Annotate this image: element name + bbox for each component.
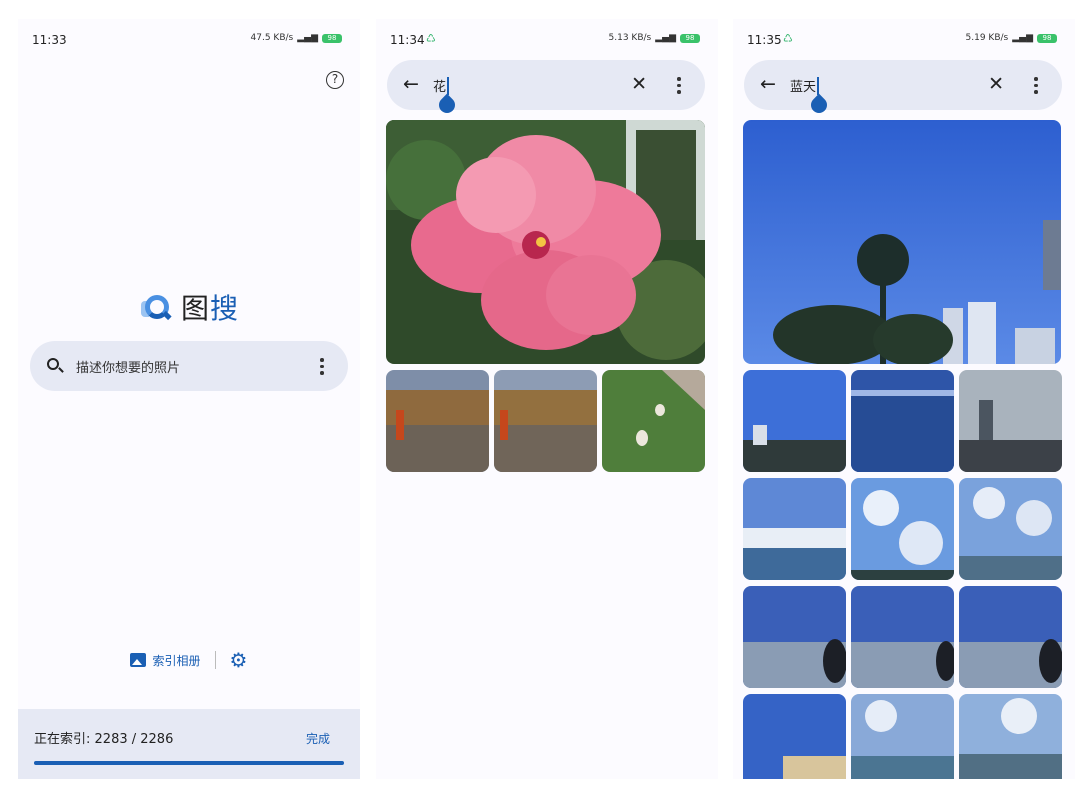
battery-icon: 98 [1037,33,1057,43]
help-icon[interactable]: ? [326,71,344,89]
result-photo[interactable] [602,370,705,472]
search-input[interactable]: 蓝天 [790,76,819,95]
net-speed: 5.19 KB/s [965,33,1009,43]
system-indicators: 47.5 KB/s ▂▄▆ 98 [251,33,342,43]
text-cursor-handle[interactable] [435,93,459,117]
search-bar[interactable]: ← 蓝天 ✕ [744,60,1062,117]
text-cursor-handle[interactable] [807,93,831,117]
clock: 11:34 [390,33,425,47]
sync-icon: ♺ [426,32,436,45]
system-indicators: 5.19 KB/s ▂▄▆ 98 [966,33,1057,43]
status-bar: 11:33 47.5 KB/s ▂▄▆ 98 [18,19,360,59]
progress-fill [34,761,344,765]
close-icon[interactable]: ✕ [631,73,647,95]
net-speed: 47.5 KB/s [250,33,294,43]
arrow-left-icon[interactable]: ← [760,74,776,94]
clock: 11:35 [747,33,782,47]
index-album-button[interactable]: 索引相册 [130,652,201,669]
index-progress-bar [34,761,344,765]
gear-icon[interactable]: ⚙ [230,650,248,670]
signal-icon: ▂▄▆ [655,33,676,43]
search-bar[interactable]: 描述你想要的照片 [30,341,348,391]
result-photo[interactable] [959,694,1062,779]
result-photo[interactable] [386,120,705,364]
more-vert-icon[interactable] [677,77,681,95]
logo-icon [139,291,173,323]
done-button[interactable]: 完成 [306,730,330,747]
status-bar: 11:35 ♺ 5.19 KB/s ▂▄▆ 98 [733,19,1075,59]
result-photo[interactable] [494,370,597,472]
result-photo[interactable] [743,120,1061,364]
result-photo[interactable] [386,370,489,472]
system-indicators: 5.13 KB/s ▂▄▆ 98 [609,33,700,43]
image-icon [130,653,147,667]
result-photo[interactable] [743,586,846,688]
result-photo[interactable] [959,586,1062,688]
result-photo[interactable] [743,478,846,580]
indexing-panel: 正在索引: 2283 / 2286 完成 [18,709,360,779]
result-photo[interactable] [959,370,1062,472]
result-photo[interactable] [851,694,954,779]
more-vert-icon[interactable] [1034,77,1038,95]
result-photo[interactable] [851,478,954,580]
signal-icon: ▂▄▆ [1012,33,1033,43]
divider [214,651,216,669]
result-photo[interactable] [743,694,846,779]
index-album-label: 索引相册 [152,653,201,668]
search-input[interactable]: 花 [433,76,449,95]
clock: 11:33 [32,33,67,47]
battery-icon: 98 [680,33,700,43]
result-photo[interactable] [743,370,846,472]
search-icon [47,358,59,370]
results-blue-sky: 11:35 ♺ 5.19 KB/s ▂▄▆ 98 ← 蓝天 ✕ [733,19,1075,779]
app-logo: 图搜 [18,287,360,327]
result-photo[interactable] [959,478,1062,580]
search-bar[interactable]: ← 花 ✕ [387,60,705,117]
search-placeholder[interactable]: 描述你想要的照片 [76,357,180,376]
home-screen: 11:33 47.5 KB/s ▂▄▆ 98 ? 图搜 描述你想要的照片 索引相… [18,19,360,779]
index-count: 2283 / 2286 [94,732,174,747]
battery-icon: 98 [322,33,342,43]
more-vert-icon[interactable] [320,358,324,376]
sync-icon: ♺ [783,32,793,45]
indexing-status: 正在索引: 2283 / 2286 [34,732,174,747]
status-bar: 11:34 ♺ 5.13 KB/s ▂▄▆ 98 [376,19,718,59]
results-flower: 11:34 ♺ 5.13 KB/s ▂▄▆ 98 ← 花 ✕ [376,19,718,779]
app-name: 图搜 [180,292,240,325]
result-photo[interactable] [851,586,954,688]
net-speed: 5.13 KB/s [608,33,652,43]
close-icon[interactable]: ✕ [988,73,1004,95]
bottom-actions: 索引相册 ⚙ [18,650,360,670]
result-photo[interactable] [851,370,954,472]
signal-icon: ▂▄▆ [297,33,318,43]
arrow-left-icon[interactable]: ← [403,74,419,94]
